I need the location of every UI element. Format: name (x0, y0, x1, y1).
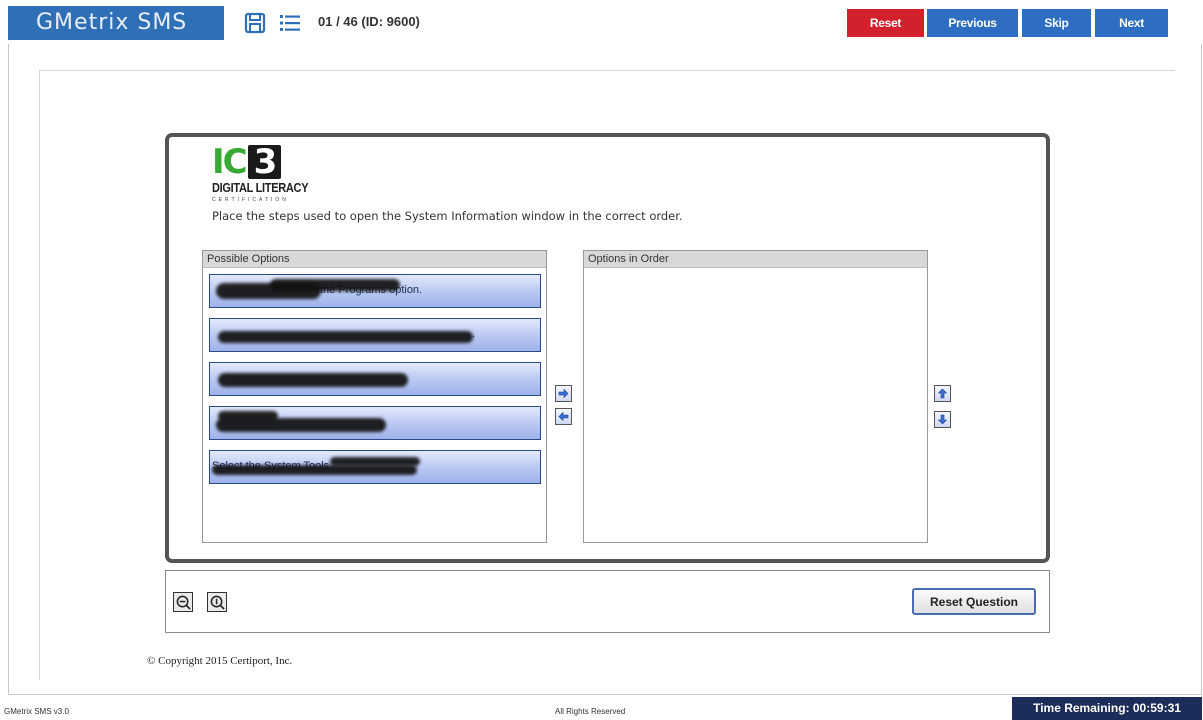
move-left-button[interactable] (555, 408, 572, 425)
next-button[interactable]: Next (1095, 9, 1168, 37)
logo-subtitle: CERTIFICATION (212, 197, 289, 203)
move-right-button[interactable] (555, 385, 572, 402)
move-down-button[interactable] (934, 411, 951, 428)
time-remaining: Time Remaining: 00:59:31 (1012, 697, 1202, 720)
logo-ic: IC (212, 142, 248, 182)
redaction-mark (212, 465, 417, 475)
options-in-order-list[interactable]: Options in Order (583, 250, 928, 543)
logo-three: 3 (247, 145, 282, 179)
redaction-mark (218, 373, 408, 387)
option-item-3[interactable]: . (209, 362, 541, 396)
top-bar: GMetrix SMS 01 / 46 (ID: 9600) Reset Pre… (0, 0, 1203, 44)
zoom-reset-button[interactable] (207, 592, 227, 612)
version-label: GMetrix SMS v3.0 (4, 707, 69, 716)
arrow-right-icon (558, 388, 569, 399)
arrow-left-icon (558, 411, 569, 422)
option-item-2[interactable]: . (209, 318, 541, 352)
list-icon[interactable] (279, 12, 301, 34)
skip-button[interactable]: Skip (1022, 9, 1091, 37)
move-up-button[interactable] (934, 385, 951, 402)
question-text: Place the steps used to open the System … (212, 209, 683, 223)
question-counter: 01 / 46 (ID: 9600) (318, 14, 420, 29)
possible-options-header: Possible Options (203, 251, 546, 268)
rights-label: All Rights Reserved (555, 707, 626, 716)
possible-options-list[interactable]: Possible Options the Programs option. . … (202, 250, 547, 543)
reset-button[interactable]: Reset (847, 9, 924, 37)
redaction-mark (330, 457, 420, 466)
zoom-reset-icon (210, 595, 225, 610)
arrow-up-icon (937, 388, 948, 399)
redaction-mark (218, 411, 278, 421)
ic3-logo: IC 3 DIGITAL LITERACY CERTIFICATION (212, 145, 342, 203)
save-icon[interactable] (244, 12, 266, 34)
zoom-out-icon (176, 595, 191, 610)
arrow-down-icon (937, 414, 948, 425)
reset-question-button[interactable]: Reset Question (912, 588, 1036, 615)
copyright-text: © Copyright 2015 Certiport, Inc. (147, 655, 293, 667)
logo-title: DIGITAL LITERACY (212, 181, 309, 196)
option-item-1[interactable]: the Programs option. (209, 274, 541, 308)
redaction-mark (218, 331, 473, 343)
redaction-mark (270, 279, 400, 291)
previous-button[interactable]: Previous (927, 9, 1018, 37)
option-item-5[interactable]: Select the System Tools . (209, 450, 541, 484)
options-in-order-header: Options in Order (584, 251, 927, 268)
zoom-out-button[interactable] (173, 592, 193, 612)
app-brand: GMetrix SMS (8, 6, 224, 40)
option-item-4[interactable] (209, 406, 541, 440)
